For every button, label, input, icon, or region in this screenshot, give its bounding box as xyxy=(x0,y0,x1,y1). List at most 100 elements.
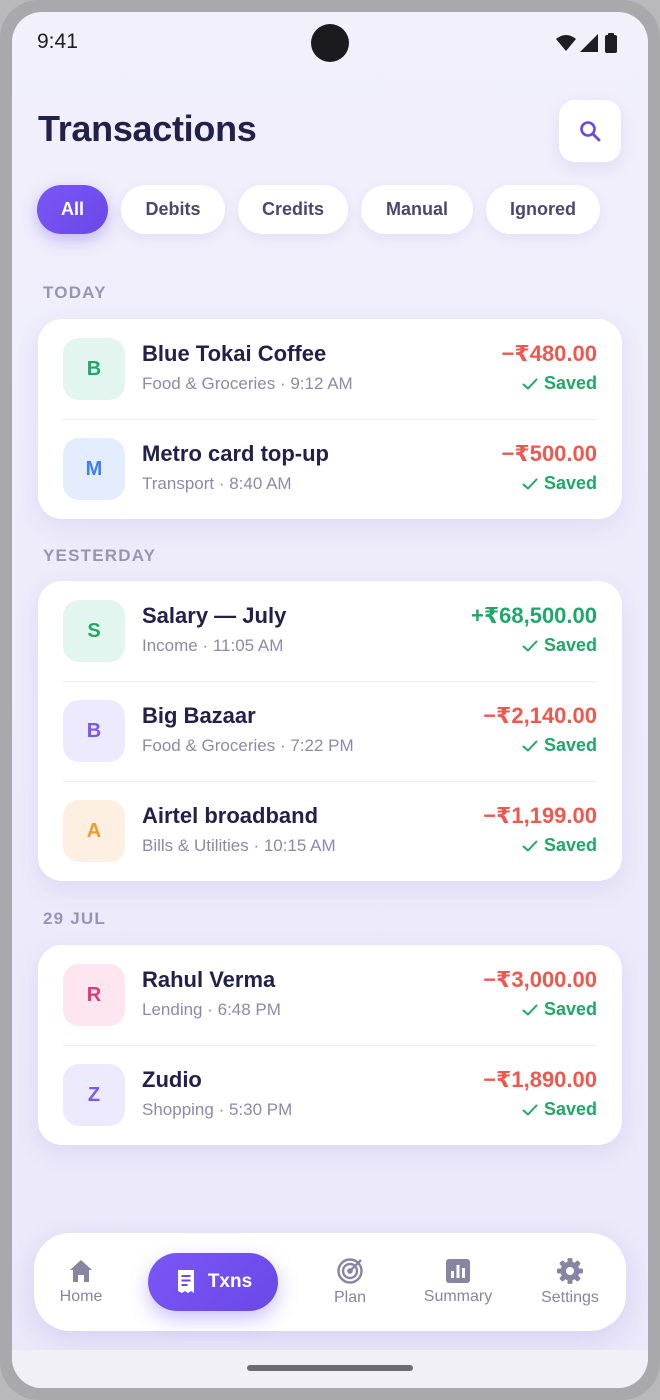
page-title: Transactions xyxy=(38,108,257,149)
check-icon xyxy=(522,378,538,389)
filter-chip-ignored[interactable]: Ignored xyxy=(486,185,600,234)
transaction-name: Zudio xyxy=(142,1067,202,1092)
filter-chip-credits[interactable]: Credits xyxy=(238,185,348,234)
transaction-amount: −₹500.00 xyxy=(501,441,597,466)
transaction-row[interactable]: Z Zudio Shopping · 5:30 PM −₹1,890.00 Saved xyxy=(38,1045,622,1145)
transaction-meta: Income · 11:05 AM xyxy=(142,636,284,655)
transaction-row[interactable]: A Airtel broadband Bills & Utilities · 10:… xyxy=(38,781,622,881)
status-text: Saved xyxy=(543,473,597,493)
transaction-amount: +₹68,500.00 xyxy=(470,603,597,628)
nav-label: Settings xyxy=(541,1289,599,1306)
check-icon xyxy=(522,1004,538,1015)
status-icons xyxy=(556,33,617,53)
search-button[interactable] xyxy=(559,100,621,162)
section-label: TODAY xyxy=(43,283,107,302)
filter-chip-debits[interactable]: Debits xyxy=(121,185,225,234)
avatar-initial: B xyxy=(86,719,102,742)
status-badge: Saved xyxy=(522,1099,597,1120)
avatar-initial: A xyxy=(86,819,102,842)
home-indicator[interactable] xyxy=(247,1365,413,1371)
battery-icon xyxy=(605,35,617,53)
status-badge: Saved xyxy=(522,473,597,494)
filter-chip-manual[interactable]: Manual xyxy=(361,185,473,234)
transaction-name: Blue Tokai Coffee xyxy=(142,341,327,366)
merchant-avatar: R xyxy=(63,964,125,1026)
status-text: Saved xyxy=(543,635,597,655)
avatar-initial: Z xyxy=(87,1083,101,1106)
transaction-name: Salary — July xyxy=(142,603,287,628)
camera-cutout xyxy=(311,24,349,62)
status-text: Saved xyxy=(543,373,597,393)
nav-label: Plan xyxy=(333,1289,367,1306)
status-badge: Saved xyxy=(522,635,597,656)
transaction-meta: Food & Groceries · 9:12 AM xyxy=(142,374,353,393)
wifi-icon xyxy=(556,35,576,51)
section-label: YESTERDAY xyxy=(43,546,157,565)
avatar-initial: B xyxy=(86,357,102,380)
transaction-meta: Lending · 6:48 PM xyxy=(142,1000,281,1019)
transaction-amount: −₹1,890.00 xyxy=(483,1067,597,1092)
transaction-card: B Blue Tokai Coffee Food & Groceries · 9:1… xyxy=(38,319,622,519)
transaction-name: Airtel broadband xyxy=(142,803,319,828)
status-text: Saved xyxy=(543,835,597,855)
avatar-initial: S xyxy=(87,619,101,642)
nav-label: Txns xyxy=(207,1271,253,1292)
transaction-row[interactable]: B Big Bazaar Food & Groceries · 7:22 PM −₹2… xyxy=(38,681,622,781)
status-badge: Saved xyxy=(522,835,597,856)
transaction-row[interactable]: S Salary — July Income · 11:05 AM +₹68,500.… xyxy=(38,581,622,681)
check-icon xyxy=(522,1104,538,1115)
filter-chip-all[interactable]: All xyxy=(37,185,108,234)
merchant-avatar: S xyxy=(63,600,125,662)
transaction-amount: −₹3,000.00 xyxy=(483,967,597,992)
section-label: 29 JUL xyxy=(43,909,106,928)
status-text: Saved xyxy=(543,1099,597,1119)
nav-home[interactable]: Home xyxy=(48,1233,114,1331)
bar-chart-icon xyxy=(446,1259,470,1283)
merchant-avatar: Z xyxy=(63,1064,125,1126)
nav-summary[interactable]: Summary xyxy=(410,1233,506,1331)
transaction-name: Rahul Verma xyxy=(142,967,276,992)
transaction-name: Metro card top-up xyxy=(142,441,329,466)
status-badge: Saved xyxy=(522,735,597,756)
transaction-meta: Food & Groceries · 7:22 PM xyxy=(142,736,354,755)
transaction-row[interactable]: B Blue Tokai Coffee Food & Groceries · 9:1… xyxy=(38,319,622,419)
nav-label: Home xyxy=(59,1288,103,1305)
check-icon xyxy=(522,640,538,651)
device-frame: 9:41 Transactions All Debits Credits Manual… xyxy=(0,0,660,1400)
transaction-card: S Salary — July Income · 11:05 AM +₹68,500.… xyxy=(38,581,622,881)
transaction-name: Big Bazaar xyxy=(142,703,256,728)
status-time: 9:41 xyxy=(37,30,78,53)
check-icon xyxy=(522,478,538,489)
merchant-avatar: A xyxy=(63,800,125,862)
transaction-amount: −₹480.00 xyxy=(501,341,597,366)
transaction-meta: Shopping · 5:30 PM xyxy=(142,1100,293,1119)
merchant-avatar: B xyxy=(63,700,125,762)
search-icon xyxy=(580,121,601,142)
transaction-card: R Rahul Verma Lending · 6:48 PM −₹3,000.00 S… xyxy=(38,945,622,1145)
gear-icon xyxy=(557,1258,583,1284)
check-icon xyxy=(522,740,538,751)
transaction-amount: −₹2,140.00 xyxy=(483,703,597,728)
nav-txns[interactable]: Txns xyxy=(148,1253,278,1311)
bottom-nav: Home Txns Plan Summary Settings xyxy=(34,1233,626,1331)
status-text: Saved xyxy=(543,735,597,755)
nav-label: Summary xyxy=(423,1288,493,1305)
transaction-row[interactable]: R Rahul Verma Lending · 6:48 PM −₹3,000.00 S… xyxy=(38,945,622,1045)
signal-icon xyxy=(580,34,598,52)
check-icon xyxy=(522,840,538,851)
target-icon xyxy=(337,1258,363,1284)
nav-settings[interactable]: Settings xyxy=(530,1233,610,1331)
transaction-row[interactable]: M Metro card top-up Transport · 8:40 AM −₹5… xyxy=(38,419,622,519)
nav-plan[interactable]: Plan xyxy=(310,1233,390,1331)
transaction-amount: −₹1,199.00 xyxy=(483,803,597,828)
receipt-icon xyxy=(177,1270,194,1293)
transaction-meta: Bills & Utilities · 10:15 AM xyxy=(142,836,336,855)
home-icon xyxy=(70,1260,92,1282)
status-bar: 9:41 xyxy=(12,12,648,76)
status-badge: Saved xyxy=(522,373,597,394)
status-text: Saved xyxy=(543,999,597,1019)
transaction-meta: Transport · 8:40 AM xyxy=(142,474,292,493)
avatar-initial: M xyxy=(85,457,103,480)
merchant-avatar: M xyxy=(63,438,125,500)
filter-chips: All Debits Credits Manual Ignored xyxy=(37,185,600,235)
